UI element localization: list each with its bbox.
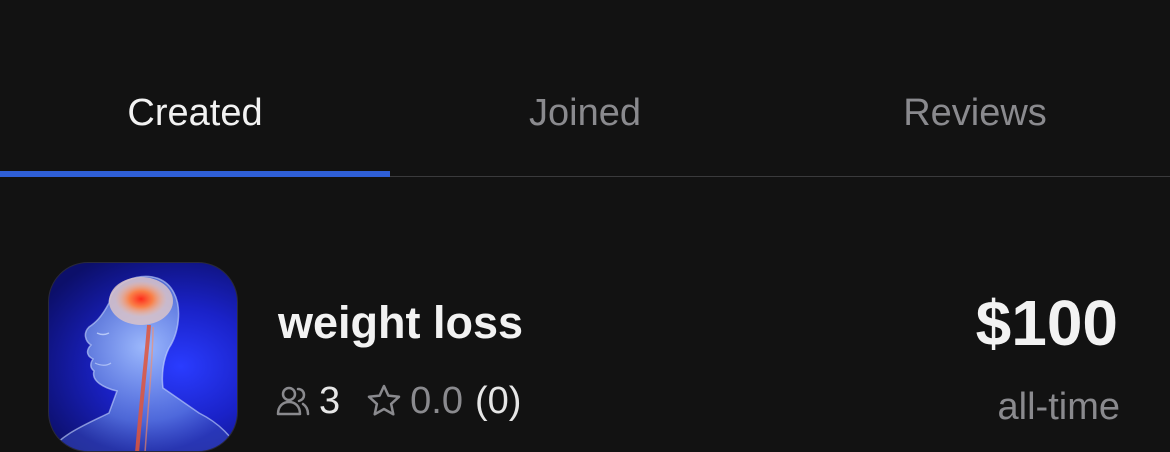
anatomy-head-brain-image xyxy=(49,275,237,451)
challenge-thumbnail xyxy=(48,262,238,452)
challenge-title: weight loss xyxy=(278,297,524,348)
rating-value: 0.0 xyxy=(410,379,463,422)
people-icon xyxy=(275,383,311,419)
challenge-price: $100 xyxy=(975,287,1118,359)
star-outline-icon xyxy=(366,383,402,419)
review-count: (0) xyxy=(474,379,522,422)
tab-created[interactable]: Created xyxy=(0,88,390,138)
challenge-list-item[interactable]: weight loss 3 0.0 (0) $100 all-time xyxy=(0,177,1170,452)
price-period: all-time xyxy=(997,386,1120,428)
challenge-meta: 3 0.0 (0) xyxy=(275,377,521,425)
tab-joined[interactable]: Joined xyxy=(390,88,780,138)
tab-reviews[interactable]: Reviews xyxy=(780,88,1170,138)
tab-bar: Created Joined Reviews xyxy=(0,0,1170,177)
member-count: 3 xyxy=(319,379,341,422)
